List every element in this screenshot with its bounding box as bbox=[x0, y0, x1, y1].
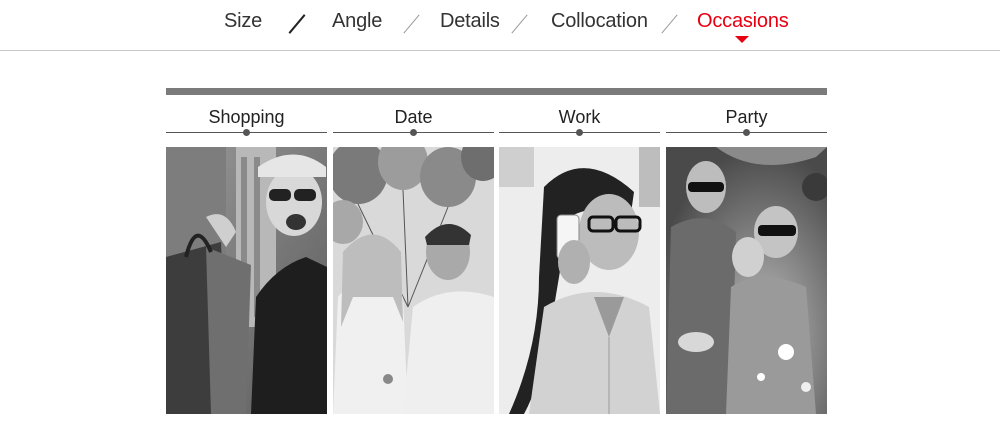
tab-details[interactable]: Details bbox=[440, 10, 500, 33]
active-tab-caret-icon bbox=[735, 36, 749, 43]
occasion-card-date: Date bbox=[333, 100, 494, 415]
label-dot-icon bbox=[743, 129, 750, 136]
nav-separator bbox=[403, 14, 420, 34]
woman-with-shopping-bags-photo bbox=[166, 147, 327, 414]
occasion-label: Party bbox=[725, 107, 768, 127]
tab-angle[interactable]: Angle bbox=[332, 10, 382, 33]
occasion-card-shopping: Shopping bbox=[166, 100, 327, 415]
label-dot-icon bbox=[410, 129, 417, 136]
occasion-label: Shopping bbox=[208, 107, 285, 127]
tab-collocation[interactable]: Collocation bbox=[551, 10, 648, 33]
tab-size[interactable]: Size bbox=[224, 10, 262, 33]
people-partying-photo bbox=[666, 147, 827, 414]
nav-separator bbox=[288, 14, 306, 34]
occasion-card-work: Work bbox=[499, 100, 660, 415]
label-dot-icon bbox=[243, 129, 250, 136]
tab-occasions[interactable]: Occasions bbox=[697, 10, 789, 33]
couple-with-balloons-photo bbox=[333, 147, 494, 414]
nav-separator bbox=[661, 14, 678, 34]
section-header-bar bbox=[166, 88, 827, 95]
occasion-label: Date bbox=[394, 107, 433, 127]
label-dot-icon bbox=[576, 129, 583, 136]
woman-on-phone-with-glasses-photo bbox=[499, 147, 660, 414]
occasion-card-party: Party bbox=[666, 100, 827, 415]
nav-separator bbox=[511, 14, 528, 34]
occasion-label: Work bbox=[558, 107, 601, 127]
product-tab-nav: Size Angle Details Collocation Occasions bbox=[0, 0, 1000, 51]
